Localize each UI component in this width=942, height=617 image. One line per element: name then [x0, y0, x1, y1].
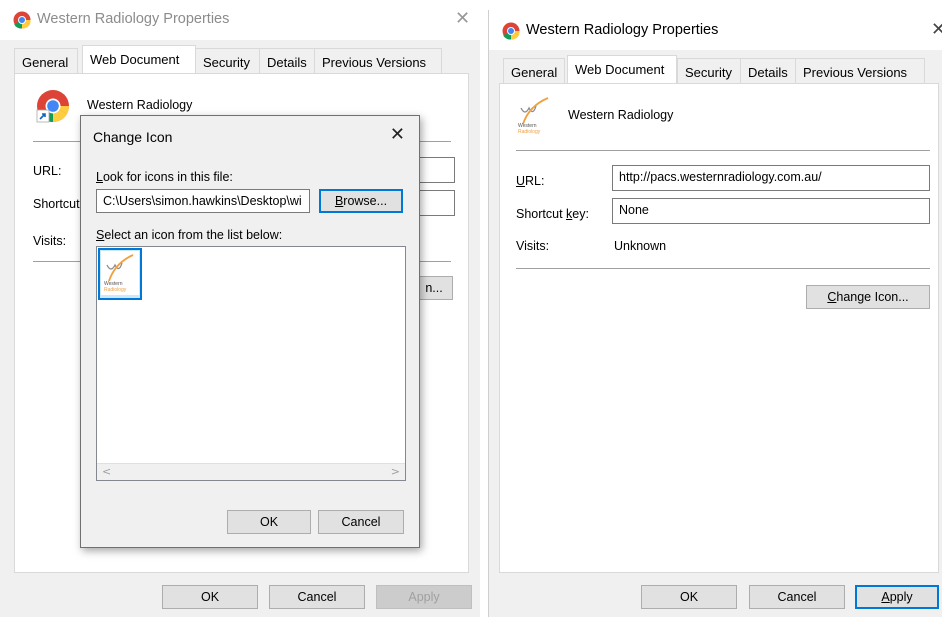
ok-button[interactable]: OK: [641, 585, 737, 609]
chrome-shortcut-icon: [36, 90, 70, 123]
selected-icon-tile[interactable]: Western Radiology: [98, 248, 142, 300]
visits-label: Visits:: [516, 239, 550, 253]
left-title-bar: Western Radiology Properties ✕: [0, 0, 480, 40]
tab-security[interactable]: Security: [195, 48, 260, 74]
right-web-document-panel: Western Radiology Western Radiology URL:…: [499, 83, 939, 573]
dialog-title: Change Icon: [93, 129, 173, 145]
right-title-bar: Western Radiology Properties ✕: [489, 10, 942, 50]
tab-web-document[interactable]: Web Document: [567, 55, 677, 84]
horizontal-scrollbar[interactable]: < >: [97, 463, 405, 480]
tab-details[interactable]: Details: [740, 58, 796, 84]
western-radiology-logo-icon: Western Radiology: [518, 97, 549, 134]
browse-button[interactable]: Browse...: [319, 189, 403, 213]
shortcut-key-field[interactable]: None: [612, 198, 930, 224]
separator: [516, 268, 930, 269]
cancel-button[interactable]: Cancel: [749, 585, 845, 609]
window-title: Western Radiology Properties: [526, 22, 719, 38]
select-icon-label: Select an icon from the list below:: [96, 228, 283, 242]
url-label: URL:: [33, 164, 62, 178]
dialog-cancel-button[interactable]: Cancel: [318, 510, 404, 534]
dialog-ok-button[interactable]: OK: [227, 510, 311, 534]
left-properties-window: Western Radiology Properties ✕ General W…: [0, 0, 480, 617]
icon-file-path-input[interactable]: C:\Users\simon.hawkins\Desktop\wi: [96, 189, 310, 213]
tab-web-document[interactable]: Web Document: [82, 45, 196, 74]
shortcut-name: Western Radiology: [568, 108, 674, 122]
change-icon-button[interactable]: Change Icon...: [806, 285, 930, 309]
chrome-icon: [502, 22, 520, 40]
right-properties-window: Western Radiology Properties ✕ General W…: [488, 10, 942, 617]
close-icon[interactable]: ✕: [931, 19, 942, 40]
url-label: URL:: [516, 174, 545, 188]
visits-label: Visits:: [33, 234, 67, 248]
visits-value: Unknown: [614, 239, 667, 253]
western-radiology-logo-icon: Western Radiology: [101, 251, 139, 295]
ok-button[interactable]: OK: [162, 585, 258, 609]
shortcut-label: Shortcut: [33, 197, 80, 211]
tab-previous-versions[interactable]: Previous Versions: [795, 58, 925, 84]
tab-previous-versions[interactable]: Previous Versions: [314, 48, 442, 74]
tab-security[interactable]: Security: [677, 58, 741, 84]
svg-text:Radiology: Radiology: [104, 287, 127, 293]
tab-general[interactable]: General: [14, 48, 78, 74]
tab-general[interactable]: General: [503, 58, 565, 84]
scroll-right-icon[interactable]: >: [391, 465, 400, 478]
shortcut-name: Western Radiology: [87, 98, 193, 112]
shortcut-key-label: Shortcut key:: [516, 207, 589, 221]
cancel-button[interactable]: Cancel: [269, 585, 365, 609]
tab-details[interactable]: Details: [259, 48, 315, 74]
close-icon[interactable]: ✕: [390, 124, 405, 145]
svg-text:Radiology: Radiology: [518, 129, 541, 134]
window-title: Western Radiology Properties: [37, 11, 230, 27]
change-icon-dialog: Change Icon ✕ Look for icons in this fil…: [80, 115, 420, 548]
url-field[interactable]: http://pacs.westernradiology.com.au/: [612, 165, 930, 191]
scroll-left-icon[interactable]: <: [102, 465, 111, 478]
apply-button[interactable]: Apply: [855, 585, 939, 609]
look-for-icons-label: Look for icons in this file:: [96, 170, 233, 184]
close-icon[interactable]: ✕: [455, 8, 470, 29]
separator: [516, 150, 930, 151]
icon-list[interactable]: Western Radiology < >: [96, 246, 406, 481]
chrome-icon: [13, 11, 31, 29]
apply-button: Apply: [376, 585, 472, 609]
